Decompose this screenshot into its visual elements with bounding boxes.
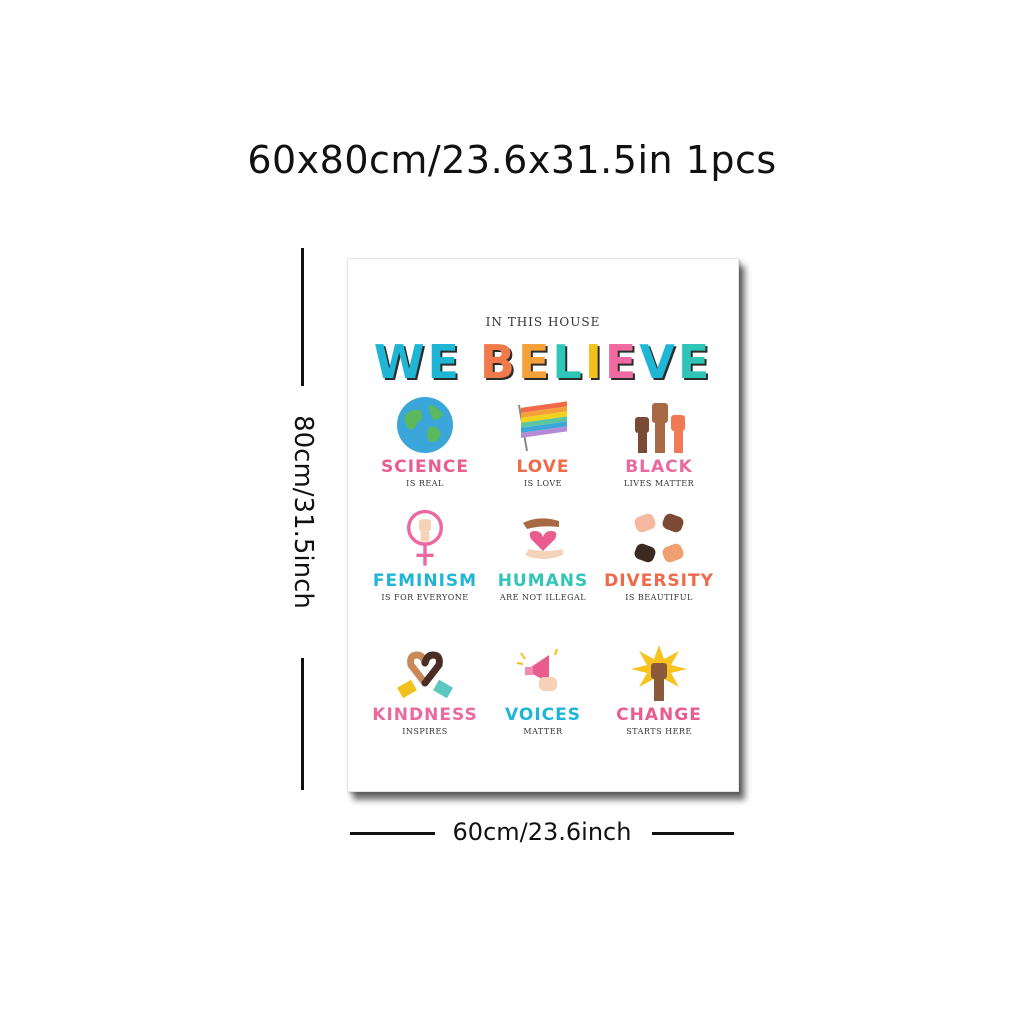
title-letter: W	[373, 335, 428, 389]
globe-icon	[397, 397, 453, 453]
title-letter: E	[427, 335, 462, 389]
height-dimension-line-bottom	[301, 658, 304, 790]
belief-tagline: IS LOVE	[523, 479, 563, 488]
belief-feminism: FEMINISM IS FOR EVERYONE	[360, 509, 490, 629]
hands-heart-icon	[523, 518, 563, 559]
belief-tagline: INSPIRES	[402, 727, 448, 736]
title-letter: I	[584, 335, 605, 389]
female-fist-icon	[407, 509, 443, 566]
belief-change: CHANGE STARTS HERE	[594, 643, 724, 763]
belief-word: DIVERSITY	[604, 571, 714, 591]
height-dimension-line-top	[301, 248, 304, 386]
belief-black: BLACK LIVES MATTER	[594, 395, 724, 515]
title-letter: B	[479, 335, 518, 389]
belief-tagline: STARTS HERE	[626, 727, 692, 736]
belief-tagline: IS BEAUTIFUL	[625, 593, 693, 602]
raised-fists-icon	[635, 403, 685, 453]
belief-tagline: ARE NOT ILLEGAL	[499, 593, 587, 602]
poster-subtitle: IN THIS HOUSE	[485, 315, 601, 329]
title-letter: E	[604, 335, 640, 389]
width-dimension-label: 60cm/23.6inch	[452, 818, 632, 846]
belief-love: LOVE IS LOVE	[478, 395, 608, 515]
title-letter: L	[552, 335, 585, 389]
belief-tagline: LIVES MATTER	[623, 479, 695, 488]
poster: IN THIS HOUSE WE BELIEVE SCIENCE IS REAL	[347, 258, 739, 792]
belief-voices: VOICES MATTER	[478, 643, 608, 763]
title-letter: E	[517, 335, 553, 389]
belief-word: KINDNESS	[372, 705, 478, 725]
megaphone-icon	[516, 648, 558, 691]
rainbow-flag-icon	[518, 401, 567, 452]
belief-tagline: IS FOR EVERYONE	[381, 593, 469, 602]
belief-tagline: IS REAL	[406, 479, 444, 488]
title-letter: V	[639, 335, 678, 389]
belief-word: FEMINISM	[372, 571, 478, 591]
belief-word: BLACK	[625, 457, 693, 477]
product-size-headline: 60x80cm/23.6x31.5in 1pcs	[247, 138, 777, 182]
belief-word: VOICES	[505, 705, 581, 725]
belief-word: HUMANS	[497, 571, 589, 591]
belief-word: CHANGE	[616, 705, 702, 725]
heart-hands-icon	[397, 651, 453, 699]
diverse-hands-icon	[634, 513, 684, 563]
title-letter: E	[677, 335, 713, 389]
height-dimension-label: 80cm/31.5inch	[288, 415, 318, 609]
belief-kindness: KINDNESS INSPIRES	[360, 643, 490, 763]
poster-title: WE BELIEVE	[348, 335, 738, 389]
starburst-fist-icon	[631, 645, 687, 701]
belief-word: SCIENCE	[381, 457, 469, 477]
belief-diversity: DIVERSITY IS BEAUTIFUL	[594, 509, 724, 629]
belief-word: LOVE	[516, 457, 570, 477]
belief-tagline: MATTER	[523, 727, 563, 736]
belief-humans: HUMANS ARE NOT ILLEGAL	[478, 509, 608, 629]
belief-science: SCIENCE IS REAL	[360, 395, 490, 515]
